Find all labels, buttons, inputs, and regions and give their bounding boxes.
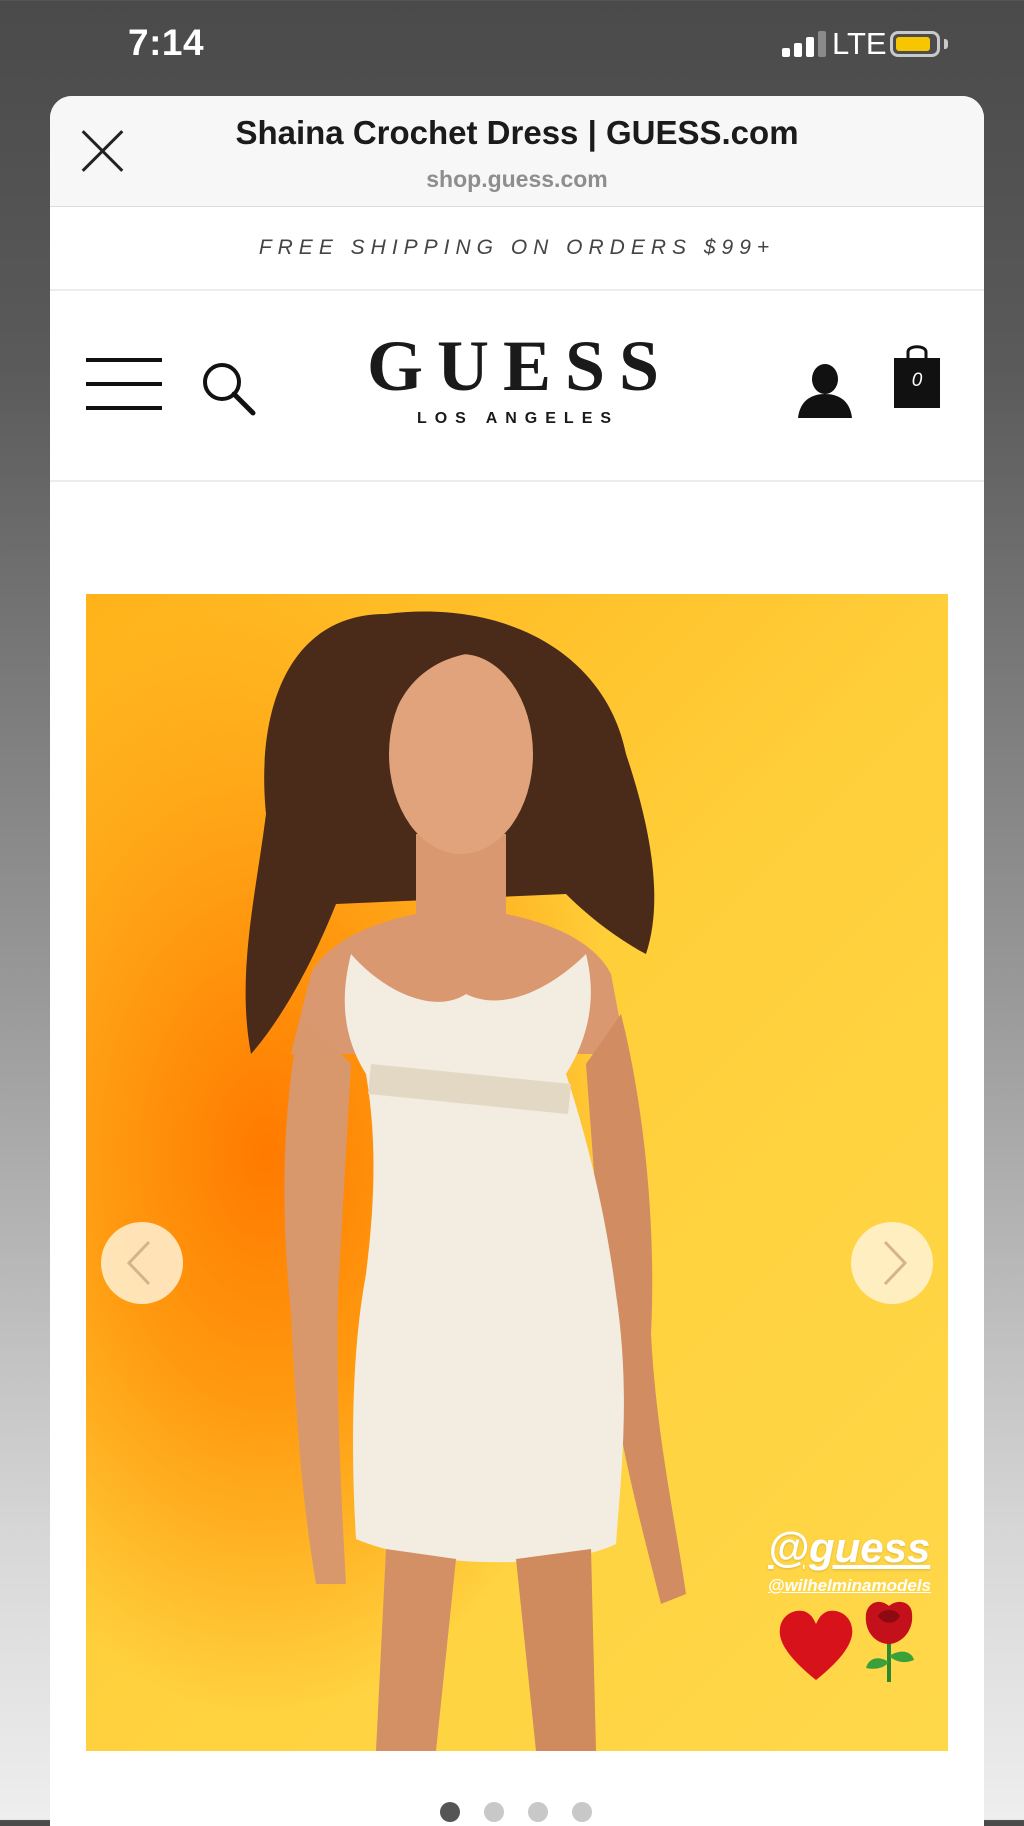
previous-image-button[interactable]: [101, 1222, 183, 1304]
rose-icon: [865, 1601, 914, 1682]
network-type: LTE: [832, 26, 887, 61]
product-photo[interactable]: @guess @wilhelminamodels: [86, 594, 948, 1751]
heart-icon: [779, 1610, 853, 1680]
promo-text: FREE SHIPPING ON ORDERS $99+: [258, 236, 776, 259]
carousel-dot-2[interactable]: [484, 1802, 504, 1822]
status-bar: 7:14 LTE: [0, 0, 1024, 90]
site-header: GUESS LOS ANGELES 0: [50, 290, 984, 482]
chevron-left-icon: [126, 1240, 151, 1286]
browser-sheet: Shaina Crochet Dress | GUESS.com shop.gu…: [50, 96, 984, 1826]
carousel-dot-3[interactable]: [528, 1802, 548, 1822]
status-time: 7:14: [128, 22, 205, 63]
sheet-header: Shaina Crochet Dress | GUESS.com shop.gu…: [50, 96, 984, 207]
promo-banner[interactable]: FREE SHIPPING ON ORDERS $99+: [50, 207, 984, 291]
battery-nub: [944, 39, 948, 49]
signal-icon: [782, 31, 826, 57]
page-title: Shaina Crochet Dress | GUESS.com: [235, 114, 799, 151]
guess-logo[interactable]: GUESS LOS ANGELES: [300, 330, 730, 428]
cart-count: 0: [911, 370, 923, 391]
logo-main: GUESS: [366, 326, 674, 406]
next-image-button[interactable]: [851, 1222, 933, 1304]
search-icon[interactable]: [200, 360, 256, 416]
carousel-dots: [50, 1802, 984, 1826]
account-icon[interactable]: [796, 362, 854, 418]
logo-sub: LOS ANGELES: [416, 410, 620, 427]
tag-agency[interactable]: @wilhelminamodels: [768, 1576, 931, 1596]
carousel-dot-4[interactable]: [572, 1802, 592, 1822]
carousel-dot-1[interactable]: [440, 1802, 460, 1822]
chevron-right-icon: [883, 1240, 908, 1286]
battery-icon: [890, 31, 940, 57]
shopping-bag-icon[interactable]: 0: [892, 342, 942, 410]
hamburger-menu-icon[interactable]: [86, 358, 162, 414]
page-domain: shop.guess.com: [426, 166, 608, 192]
tag-handle[interactable]: @guess: [768, 1524, 930, 1572]
